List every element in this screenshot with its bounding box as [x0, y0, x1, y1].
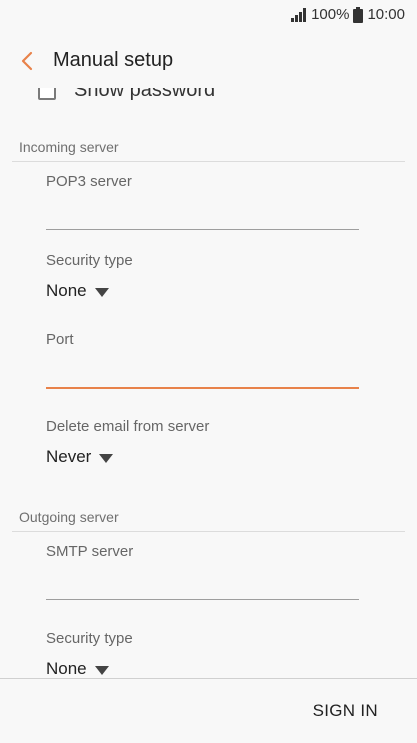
signal-icon [291, 7, 307, 22]
pop3-server-label: POP3 server [46, 173, 132, 190]
page-title: Manual setup [53, 49, 174, 71]
incoming-security-label: Security type [46, 252, 133, 269]
incoming-section-title: Incoming server [19, 139, 119, 155]
pop3-server-input[interactable] [46, 193, 359, 230]
delete-email-dropdown[interactable]: Never [46, 447, 114, 467]
show-password-label: Show password [74, 88, 216, 101]
status-bar: 100% 10:00 [0, 0, 417, 33]
dropdown-arrow-icon [94, 287, 109, 297]
sign-in-button[interactable]: SIGN IN [313, 701, 378, 721]
outgoing-security-value: None [46, 659, 87, 678]
footer-bar: SIGN IN [0, 678, 417, 743]
clock: 10:00 [367, 6, 405, 23]
delete-email-label: Delete email from server [46, 418, 210, 435]
show-password-toggle[interactable]: Show password [38, 88, 215, 102]
incoming-security-dropdown[interactable]: None [46, 281, 109, 301]
battery-icon [353, 6, 364, 23]
incoming-divider [12, 161, 405, 162]
incoming-security-value: None [46, 281, 87, 300]
outgoing-section-title: Outgoing server [19, 509, 119, 525]
settings-scroll-area[interactable]: Show password Incoming server POP3 serve… [0, 88, 417, 678]
outgoing-divider [12, 531, 405, 532]
back-button[interactable] [14, 48, 40, 74]
chevron-left-icon [21, 51, 33, 70]
port-input[interactable] [46, 351, 359, 389]
battery-percent: 100% [311, 6, 350, 23]
smtp-server-label: SMTP server [46, 543, 134, 560]
smtp-server-input[interactable] [46, 563, 359, 600]
outgoing-security-dropdown[interactable]: None [46, 659, 109, 678]
port-label: Port [46, 331, 74, 348]
app-header: Manual setup [0, 33, 417, 88]
delete-email-value: Never [46, 447, 92, 466]
outgoing-security-label: Security type [46, 630, 133, 647]
dropdown-arrow-icon [99, 453, 114, 463]
dropdown-arrow-icon [94, 665, 109, 675]
show-password-checkbox[interactable] [38, 88, 56, 100]
status-right: 100% 10:00 [291, 6, 405, 23]
